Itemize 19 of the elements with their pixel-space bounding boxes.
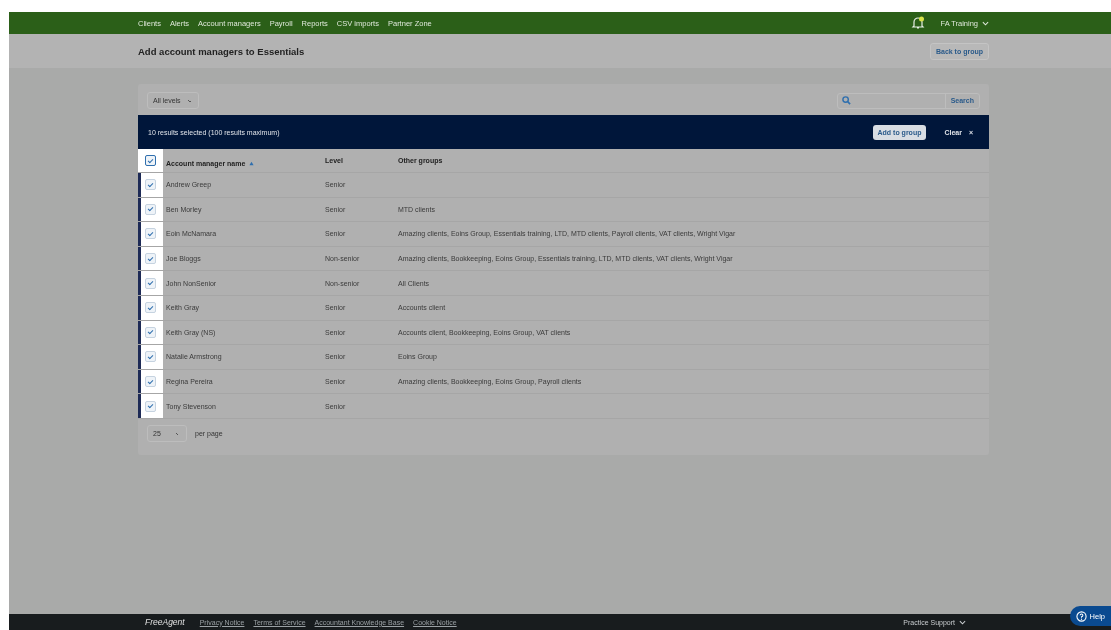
row-checkbox[interactable] [145, 228, 156, 240]
row-checkbox[interactable] [145, 203, 156, 215]
chevron-down-icon[interactable] [959, 619, 966, 625]
page-title: Add account managers to Essentials [138, 45, 306, 57]
row-checkbox[interactable] [145, 302, 156, 314]
help-icon [1075, 610, 1087, 622]
row-checkbox[interactable] [145, 376, 156, 388]
search-icon [842, 96, 851, 105]
logo[interactable]: FreeAgent [145, 617, 185, 627]
row-checkbox[interactable] [145, 179, 156, 191]
chevron-down-icon[interactable] [982, 20, 989, 26]
bell-icon[interactable] [911, 16, 926, 30]
row-checkbox[interactable] [145, 351, 156, 363]
row-checkbox[interactable] [145, 277, 156, 289]
sort-icon[interactable] [249, 160, 255, 166]
row-checkbox[interactable] [145, 253, 156, 265]
row-checkbox[interactable] [145, 326, 156, 338]
select-all-checkbox[interactable] [145, 155, 156, 166]
row-checkbox[interactable] [145, 400, 156, 412]
